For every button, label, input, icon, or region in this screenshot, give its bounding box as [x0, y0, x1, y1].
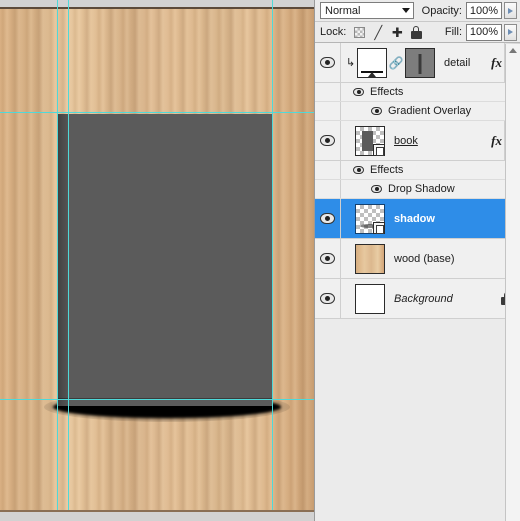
eye-icon[interactable]	[371, 107, 382, 115]
layer-visibility-toggle-background[interactable]	[315, 279, 341, 318]
blend-mode-select[interactable]: Normal	[320, 2, 414, 19]
layer-thumbnail[interactable]	[355, 243, 385, 274]
blend-opacity-row: Normal Opacity: 100%	[315, 0, 520, 22]
lock-image-pixels-icon[interactable]: ╱	[371, 25, 385, 39]
effect-name: Drop Shadow	[388, 183, 455, 195]
layer-thumbnails-shadow	[341, 203, 385, 234]
layers-panel: Normal Opacity: 100% Lock: ╱ ✚ Fill: 100…	[314, 0, 520, 521]
photoshop-window: Normal Opacity: 100% Lock: ╱ ✚ Fill: 100…	[0, 0, 520, 521]
eye-icon[interactable]	[353, 88, 364, 96]
fx-icon[interactable]: fx	[491, 55, 504, 71]
layer-visibility-toggle-shadow[interactable]	[315, 199, 341, 238]
layer-thumbnail[interactable]	[355, 125, 385, 156]
effects-label: Effects	[370, 164, 404, 176]
lock-fill-row: Lock: ╱ ✚ Fill: 100%	[315, 22, 520, 43]
layer-name-wood-base[interactable]: wood (base)	[385, 253, 520, 265]
layer-thumbnail[interactable]	[357, 47, 387, 78]
guide-horizontal-2[interactable]	[0, 399, 314, 400]
guide-vertical-1[interactable]	[57, 0, 58, 521]
opacity-value: 100%	[469, 4, 499, 17]
effects-label: Effects	[370, 86, 404, 98]
layer-list: ↳ 🔗 detail fx Effects Gradient Overlay b…	[315, 43, 520, 319]
effect-row-drop-shadow[interactable]: Drop Shadow	[315, 180, 520, 199]
blend-mode-value: Normal	[325, 4, 361, 17]
lock-position-icon[interactable]: ✚	[390, 25, 404, 39]
effects-row-detail[interactable]: Effects	[315, 83, 520, 102]
eye-icon[interactable]	[353, 166, 364, 174]
caret-right-icon	[508, 7, 513, 14]
effects-row-book[interactable]: Effects	[315, 161, 520, 180]
layer-row-background[interactable]: Background	[315, 279, 520, 319]
effect-visibility-spacer	[315, 180, 341, 198]
eye-icon	[320, 135, 335, 146]
effect-name: Gradient Overlay	[388, 105, 472, 117]
effects-visibility-spacer	[315, 161, 341, 179]
canvas-top-margin	[0, 0, 314, 7]
layer-thumbnail[interactable]	[355, 283, 385, 314]
lock-label: Lock:	[320, 26, 347, 38]
layer-name-background[interactable]: Background	[385, 293, 501, 305]
lock-transparent-pixels-icon[interactable]	[352, 25, 366, 39]
guide-vertical-2[interactable]	[68, 0, 69, 521]
scroll-up-arrow-icon[interactable]	[509, 48, 517, 53]
link-chain-icon[interactable]: 🔗	[389, 57, 404, 69]
eye-icon	[320, 293, 335, 304]
layer-name-shadow[interactable]: shadow	[385, 213, 520, 225]
canvas-bottom-margin	[0, 512, 314, 521]
caret-right-icon	[508, 29, 513, 35]
smart-object-badge-icon	[373, 143, 385, 156]
layer-mask-thumbnail[interactable]	[405, 47, 435, 78]
layer-visibility-toggle-book[interactable]	[315, 121, 341, 160]
layer-row-book[interactable]: book fx	[315, 121, 520, 161]
guide-horizontal-1[interactable]	[0, 112, 314, 113]
layer-row-shadow[interactable]: shadow	[315, 199, 520, 239]
eye-icon	[320, 253, 335, 264]
fill-label: Fill:	[444, 26, 462, 38]
opacity-input[interactable]: 100%	[466, 2, 502, 19]
fill-input[interactable]: 100%	[466, 23, 502, 41]
effects-visibility-spacer	[315, 83, 341, 101]
smart-object-badge-icon	[373, 221, 385, 234]
layer-name-detail[interactable]: detail	[435, 57, 491, 69]
fill-value: 100%	[469, 26, 499, 38]
book-artwork	[57, 114, 272, 406]
fill-stepper-button[interactable]	[504, 23, 517, 41]
opacity-label: Opacity:	[421, 4, 462, 17]
fx-icon[interactable]: fx	[491, 133, 504, 149]
layer-visibility-toggle-detail[interactable]	[315, 43, 341, 82]
lock-all-icon[interactable]	[409, 25, 423, 39]
opacity-stepper-button[interactable]	[504, 2, 517, 19]
layer-thumbnails-wood-base	[341, 243, 385, 274]
layer-thumbnails-background	[341, 283, 385, 314]
layers-panel-scrollbar[interactable]	[505, 44, 520, 521]
clipping-mask-arrow-icon: ↳	[346, 57, 356, 69]
effect-row-gradient-overlay[interactable]: Gradient Overlay	[315, 102, 520, 121]
guide-vertical-3[interactable]	[272, 0, 273, 521]
layer-thumbnails-detail: ↳ 🔗	[341, 47, 435, 78]
layer-name-book[interactable]: book	[385, 135, 491, 147]
eye-icon	[320, 213, 335, 224]
eye-icon[interactable]	[371, 185, 382, 193]
layer-visibility-toggle-wood-base[interactable]	[315, 239, 341, 278]
document-canvas[interactable]	[0, 0, 314, 521]
eye-icon	[320, 57, 335, 68]
effect-visibility-spacer	[315, 102, 341, 120]
chevron-down-icon	[402, 8, 410, 13]
layer-row-detail[interactable]: ↳ 🔗 detail fx	[315, 43, 520, 83]
layer-thumbnail[interactable]	[355, 203, 385, 234]
layer-thumbnails-book	[341, 125, 385, 156]
layer-row-wood-base[interactable]: wood (base)	[315, 239, 520, 279]
